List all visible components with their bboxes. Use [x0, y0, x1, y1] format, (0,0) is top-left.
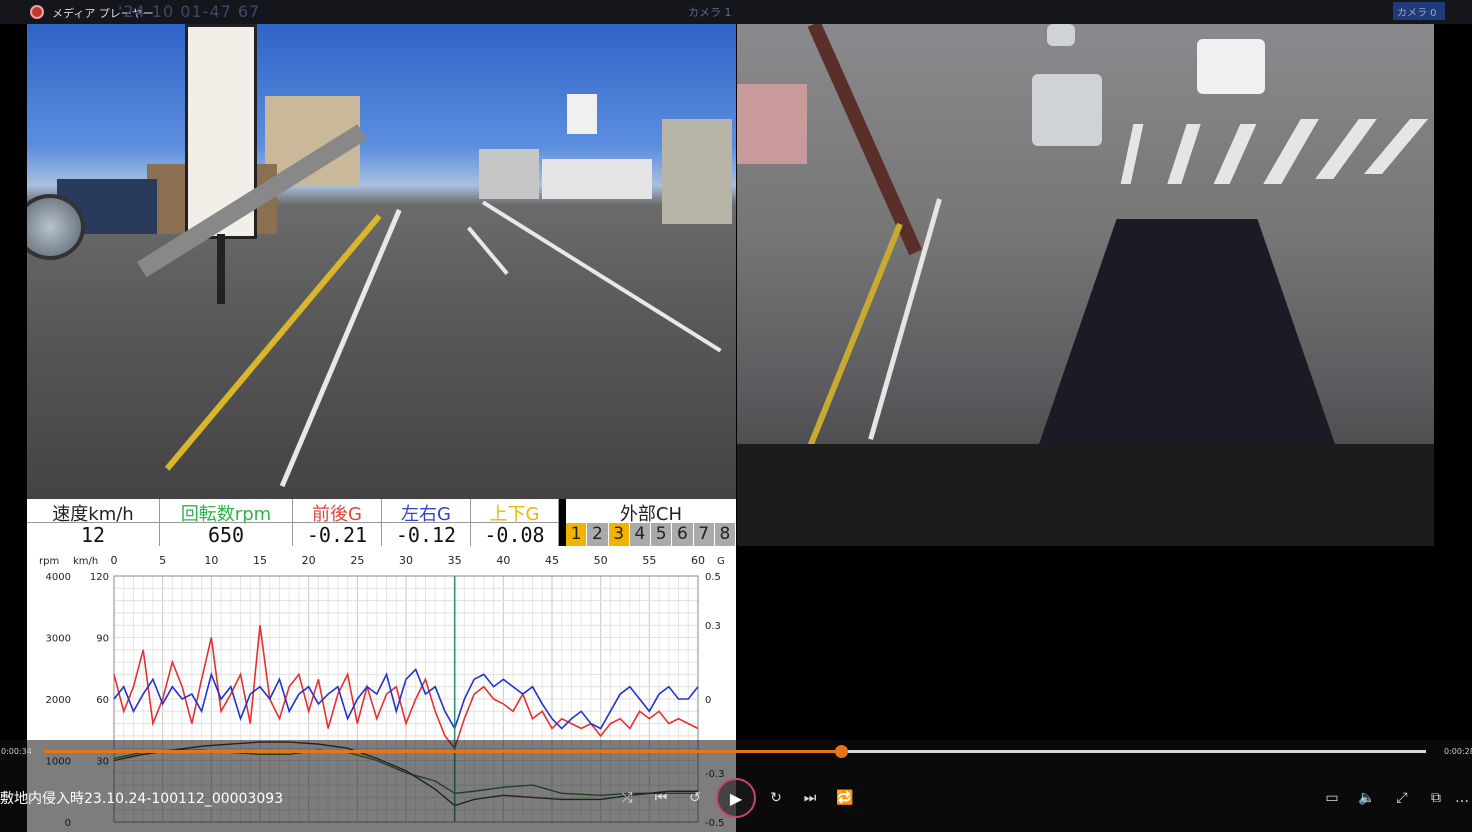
- telemetry-panel: 速度km/h 12 回転数rpm 650 前後G -0.21 左右G -0.12…: [27, 499, 559, 547]
- x-tick-label: 30: [399, 554, 413, 567]
- miniplayer-button[interactable]: ▭: [1319, 785, 1345, 811]
- external-channel-6: 6: [672, 523, 694, 546]
- axis-unit-kmh: km/h: [73, 556, 98, 567]
- fullscreen-button[interactable]: ⤢: [1389, 785, 1415, 811]
- g-tick-label: 0.3: [705, 621, 721, 632]
- play-button[interactable]: ▶: [716, 778, 756, 818]
- x-tick-label: 60: [691, 554, 705, 567]
- speed-cell: 速度km/h 12: [27, 499, 160, 547]
- vehicle: [1032, 74, 1102, 146]
- forward-icon: ↻: [770, 790, 782, 806]
- repeat-button[interactable]: 🔁: [832, 785, 858, 811]
- shuffle-icon: ⤮: [621, 790, 633, 806]
- x-tick-label: 35: [448, 554, 462, 567]
- miniplayer-icon: ▭: [1325, 790, 1339, 806]
- vehicle: [1047, 24, 1075, 46]
- external-channel-panel: 外部CH 12345678: [566, 499, 736, 546]
- camera-label-left: カメラ 1: [688, 6, 732, 19]
- current-time: 0:00:34: [1, 747, 32, 756]
- next-icon: ⏭: [803, 790, 817, 806]
- cast-icon: ⧉: [1431, 790, 1441, 806]
- x-tick-label: 50: [594, 554, 608, 567]
- kmh-tick-label: 120: [90, 572, 109, 583]
- x-tick-label: 10: [204, 554, 218, 567]
- total-time: 0:00:28: [1444, 747, 1472, 756]
- overlay-timestamp: '24 10 01-47 67: [118, 2, 261, 21]
- fb-g-value: -0.21: [293, 522, 381, 547]
- previous-button[interactable]: ⏮: [648, 785, 674, 811]
- media-file-name: 敷地内侵入時23.10.24-100112_00003093: [0, 791, 284, 807]
- axis-unit-g: G: [717, 556, 725, 567]
- external-channel-1: 1: [566, 523, 588, 546]
- more-button[interactable]: …: [1452, 785, 1472, 811]
- camera-label-right: カメラ 0: [1393, 2, 1445, 20]
- more-icon: …: [1455, 790, 1469, 806]
- kmh-tick-label: 90: [96, 634, 109, 645]
- next-button[interactable]: ⏭: [797, 785, 823, 811]
- external-channel-8: 8: [714, 523, 736, 546]
- external-channel-3: 3: [608, 523, 630, 546]
- external-channel-5: 5: [651, 523, 673, 546]
- ud-g-value: -0.08: [471, 522, 558, 547]
- previous-icon: ⏮: [654, 790, 668, 806]
- rewind-button[interactable]: ↺: [682, 785, 708, 811]
- external-channel-2: 2: [587, 523, 609, 546]
- cast-button[interactable]: ⧉: [1423, 785, 1449, 811]
- volume-button[interactable]: 🔈: [1354, 785, 1380, 811]
- shuffle-button[interactable]: ⤮: [614, 785, 640, 811]
- external-channel-7: 7: [693, 523, 715, 546]
- x-tick-label: 40: [496, 554, 510, 567]
- title-bar: メディア プレーヤー '24 10 01-47 67 カメラ 1 カメラ 0: [0, 0, 1472, 24]
- x-tick-label: 15: [253, 554, 267, 567]
- media-player-icon: [30, 5, 44, 19]
- rpm-tick-label: 2000: [46, 695, 71, 706]
- bus-front-edge: [737, 444, 1434, 546]
- volume-icon: 🔈: [1358, 790, 1376, 806]
- fb-g-cell: 前後G -0.21: [293, 499, 382, 547]
- repeat-icon: 🔁: [836, 790, 854, 806]
- g-tick-label: 0: [705, 695, 711, 706]
- external-channel-4: 4: [629, 523, 651, 546]
- x-tick-label: 20: [302, 554, 316, 567]
- ud-g-cell: 上下G -0.08: [471, 499, 559, 547]
- rpm-tick-label: 3000: [46, 634, 71, 645]
- x-tick-label: 55: [642, 554, 656, 567]
- rpm-tick-label: 4000: [46, 572, 71, 583]
- vehicle: [1197, 39, 1265, 94]
- x-tick-label: 5: [159, 554, 166, 567]
- x-tick-label: 25: [350, 554, 364, 567]
- g-tick-label: 0.5: [705, 572, 721, 583]
- rear-camera-view: [737, 24, 1434, 546]
- fullscreen-icon: ⤢: [1396, 790, 1408, 806]
- x-tick-label: 0: [111, 554, 118, 567]
- x-tick-label: 45: [545, 554, 559, 567]
- seek-progress: [44, 750, 842, 753]
- lr-g-cell: 左右G -0.12: [382, 499, 471, 547]
- seek-bar[interactable]: [44, 745, 1426, 758]
- rpm-cell: 回転数rpm 650: [160, 499, 293, 547]
- axis-unit-rpm: rpm: [39, 556, 59, 567]
- front-camera-view: [27, 24, 736, 499]
- speed-value: 12: [27, 522, 159, 547]
- rpm-value: 650: [160, 522, 292, 547]
- rewind-icon: ↺: [689, 790, 701, 806]
- kmh-tick-label: 60: [96, 695, 109, 706]
- forward-button[interactable]: ↻: [763, 785, 789, 811]
- lr-g-value: -0.12: [382, 522, 470, 547]
- external-channel-list: 12345678: [566, 523, 736, 546]
- play-icon: ▶: [729, 788, 743, 808]
